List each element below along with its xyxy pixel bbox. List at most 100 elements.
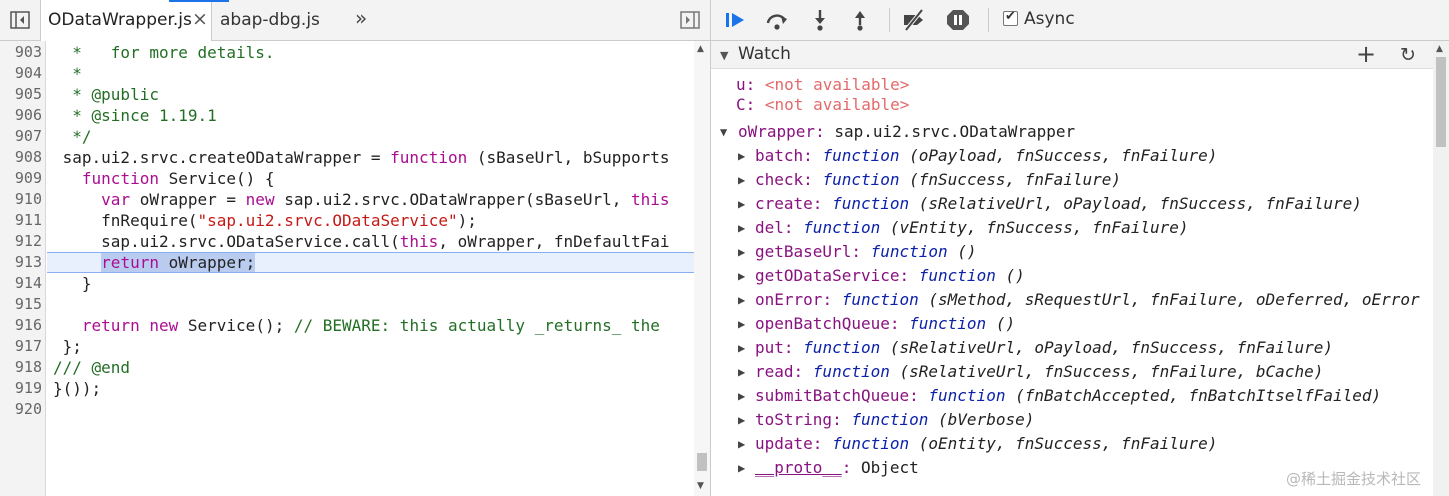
toggle-debugger-icon[interactable]	[680, 11, 700, 29]
line-number[interactable]: 903	[0, 42, 42, 63]
code-line[interactable]: var oWrapper = new sap.ui2.srvc.ODataWra…	[53, 189, 669, 210]
expand-triangle-icon[interactable]: ▶	[738, 197, 745, 211]
scrollbar-thumb[interactable]	[1436, 57, 1446, 147]
deactivate-breakpoints-icon[interactable]	[901, 8, 927, 32]
sidebar-scrollbar[interactable]: ▲	[1433, 41, 1449, 496]
tab-abap-dbg[interactable]: abap-dbg.js	[220, 10, 320, 30]
toggle-navigator-icon[interactable]	[10, 11, 30, 29]
expand-triangle-icon[interactable]: ▶	[738, 437, 745, 451]
add-watch-icon[interactable]: +	[1356, 40, 1376, 68]
step-into-icon[interactable]	[807, 8, 833, 32]
property-type: function	[918, 266, 996, 285]
code-line[interactable]: * for more details.	[53, 42, 274, 63]
property-tostring[interactable]: toString: function (bVerbose)	[755, 409, 1034, 431]
expand-triangle-icon[interactable]: ▶	[738, 365, 745, 379]
line-number[interactable]: 909	[0, 168, 42, 189]
expand-triangle-icon[interactable]: ▶	[738, 173, 745, 187]
property-getbaseurl[interactable]: getBaseUrl: function ()	[755, 241, 977, 263]
expand-triangle-icon[interactable]: ▶	[738, 245, 745, 259]
property-put[interactable]: put: function (sRelativeUrl, oPayload, f…	[755, 337, 1333, 359]
resume-icon[interactable]	[723, 8, 749, 32]
collapse-triangle-icon[interactable]: ▼	[720, 49, 728, 62]
code-line[interactable]: *	[53, 63, 82, 84]
refresh-icon[interactable]: ↻	[1400, 44, 1416, 66]
property-update[interactable]: update: function (oEntity, fnSuccess, fn…	[755, 433, 1217, 455]
close-tab-icon[interactable]: ×	[192, 8, 208, 30]
code-line[interactable]: sap.ui2.srvc.ODataService.call(this, oWr…	[53, 231, 669, 252]
scroll-down-icon[interactable]: ▼	[697, 481, 704, 491]
property-batch[interactable]: batch: function (oPayload, fnSuccess, fn…	[755, 145, 1217, 167]
code-line[interactable]: sap.ui2.srvc.createODataWrapper = functi…	[53, 147, 670, 168]
expand-triangle-icon[interactable]: ▶	[738, 221, 745, 235]
property-type: function	[928, 386, 1006, 405]
expand-triangle-icon[interactable]: ▶	[738, 461, 745, 475]
line-number[interactable]: 905	[0, 84, 42, 105]
line-number[interactable]: 914	[0, 273, 42, 294]
tab-odatawrapper[interactable]: ODataWrapper.js ×	[40, 0, 229, 41]
line-number[interactable]: 913	[0, 252, 42, 273]
editor-scrollbar[interactable]: ▲ ▼	[694, 41, 710, 496]
property-read[interactable]: read: function (sRelativeUrl, fnSuccess,…	[755, 361, 1323, 383]
collapse-triangle-icon[interactable]: ▼	[720, 125, 727, 139]
watch-object-owrapper[interactable]: oWrapper: sap.ui2.srvc.ODataWrapper	[738, 121, 1075, 143]
expand-triangle-icon[interactable]: ▶	[738, 341, 745, 355]
code-line[interactable]: * @since 1.19.1	[53, 105, 217, 126]
expand-triangle-icon[interactable]: ▶	[738, 317, 745, 331]
property-params: ()	[995, 314, 1016, 333]
property-type: function	[870, 242, 948, 261]
code-line[interactable]: }());	[53, 378, 101, 399]
code-line[interactable]: function Service() {	[53, 168, 275, 189]
line-number[interactable]: 906	[0, 105, 42, 126]
step-out-icon[interactable]	[847, 8, 873, 32]
expand-triangle-icon[interactable]: ▶	[738, 269, 745, 283]
line-number[interactable]: 919	[0, 378, 42, 399]
scroll-up-icon[interactable]: ▲	[1436, 44, 1443, 54]
scrollbar-thumb[interactable]	[697, 453, 707, 471]
line-number[interactable]: 912	[0, 231, 42, 252]
property-check[interactable]: check: function (fnSuccess, fnFailure)	[755, 169, 1121, 191]
code-line[interactable]: }	[53, 273, 92, 294]
code-line[interactable]: /// @end	[53, 357, 130, 378]
line-number[interactable]: 915	[0, 294, 42, 315]
step-over-icon[interactable]	[764, 8, 790, 32]
line-number[interactable]: 911	[0, 210, 42, 231]
watermark: @稀土掘金技术社区	[1286, 470, 1422, 488]
code-line[interactable]: */	[53, 126, 91, 147]
expand-triangle-icon[interactable]: ▶	[738, 149, 745, 163]
scroll-up-icon[interactable]: ▲	[697, 44, 704, 54]
watch-section-header[interactable]: ▼ Watch + ↻	[711, 40, 1433, 69]
pause-on-exceptions-icon[interactable]	[945, 8, 971, 32]
line-number[interactable]: 918	[0, 357, 42, 378]
watch-expression[interactable]: C: <not available>	[736, 94, 909, 116]
expand-triangle-icon[interactable]: ▶	[738, 293, 745, 307]
property-proto[interactable]: __proto__: Object	[755, 457, 919, 479]
code-line[interactable]: return oWrapper;	[53, 252, 256, 273]
property-name: read	[755, 362, 794, 381]
property-getodataservice[interactable]: getODataService: function ()	[755, 265, 1025, 287]
line-number[interactable]: 910	[0, 189, 42, 210]
watch-expression-name: u	[736, 75, 746, 94]
line-number-gutter[interactable]: 903 904 905 906 907 908 909 910 911 912 913 914 915 9…	[0, 41, 46, 496]
code-area[interactable]: * for more details. * * @public * @since…	[47, 41, 694, 496]
line-number[interactable]: 907	[0, 126, 42, 147]
line-number[interactable]: 917	[0, 336, 42, 357]
code-line[interactable]: return new Service(); // BEWARE: this ac…	[53, 315, 660, 336]
line-number[interactable]: 920	[0, 399, 42, 420]
property-del[interactable]: del: function (vEntity, fnSuccess, fnFai…	[755, 217, 1189, 239]
line-number[interactable]: 916	[0, 315, 42, 336]
line-number[interactable]: 908	[0, 147, 42, 168]
editor-tab-bar: ODataWrapper.js × abap-dbg.js »	[0, 0, 710, 41]
code-line[interactable]: fnRequire("sap.ui2.srvc.ODataService");	[53, 210, 477, 231]
code-line[interactable]: };	[53, 336, 82, 357]
property-openbatchqueue[interactable]: openBatchQueue: function ()	[755, 313, 1015, 335]
code-line[interactable]: * @public	[53, 84, 159, 105]
async-checkbox[interactable]: ✔	[1003, 9, 1018, 26]
property-submitbatchqueue[interactable]: submitBatchQueue: function (fnBatchAccep…	[755, 385, 1381, 407]
watch-expression[interactable]: u: <not available>	[736, 74, 909, 96]
property-create[interactable]: create: function (sRelativeUrl, oPayload…	[755, 193, 1362, 215]
property-onerror[interactable]: onError: function (sMethod, sRequestUrl,…	[755, 289, 1420, 311]
expand-triangle-icon[interactable]: ▶	[738, 389, 745, 403]
line-number[interactable]: 904	[0, 63, 42, 84]
more-tabs-icon[interactable]: »	[355, 6, 367, 30]
expand-triangle-icon[interactable]: ▶	[738, 413, 745, 427]
